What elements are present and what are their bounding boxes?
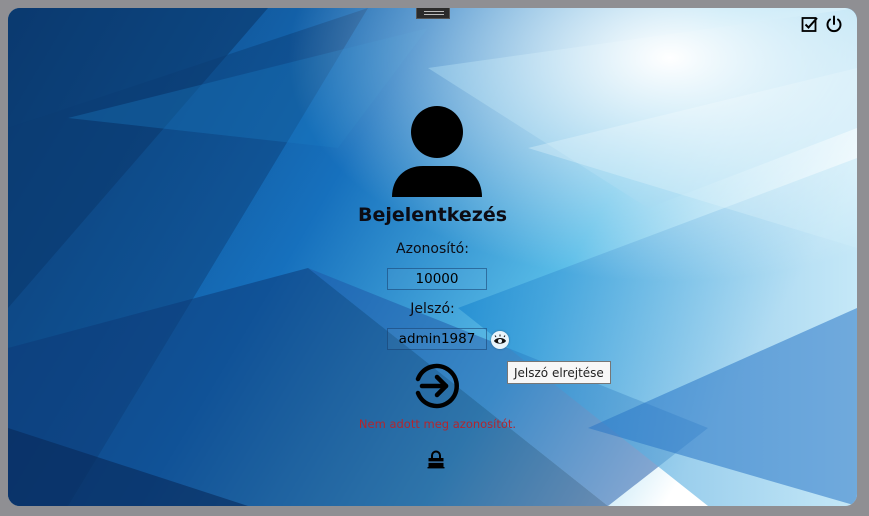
page-title: Bejelentkezés [357, 204, 508, 226]
user-icon [391, 104, 483, 200]
arrow-right-circle-icon[interactable] [412, 362, 460, 410]
password-field[interactable] [387, 328, 487, 350]
eye-icon[interactable] [491, 331, 509, 349]
drag-handle[interactable] [416, 8, 450, 19]
hide-password-tooltip: Jelszó elrejtése [507, 361, 611, 384]
checkbox-edit-icon[interactable] [801, 15, 819, 33]
login-window: Bejelentkezés Azonosító: Jelszó: Jelszó … [8, 8, 857, 506]
error-message: Nem adott meg azonosítót. [358, 417, 517, 431]
lock-icon[interactable] [426, 449, 446, 469]
id-field[interactable] [387, 268, 487, 290]
password-label: Jelszó: [410, 301, 455, 317]
power-icon[interactable] [825, 15, 843, 33]
id-label: Azonosító: [396, 241, 469, 257]
background-image [8, 8, 857, 506]
